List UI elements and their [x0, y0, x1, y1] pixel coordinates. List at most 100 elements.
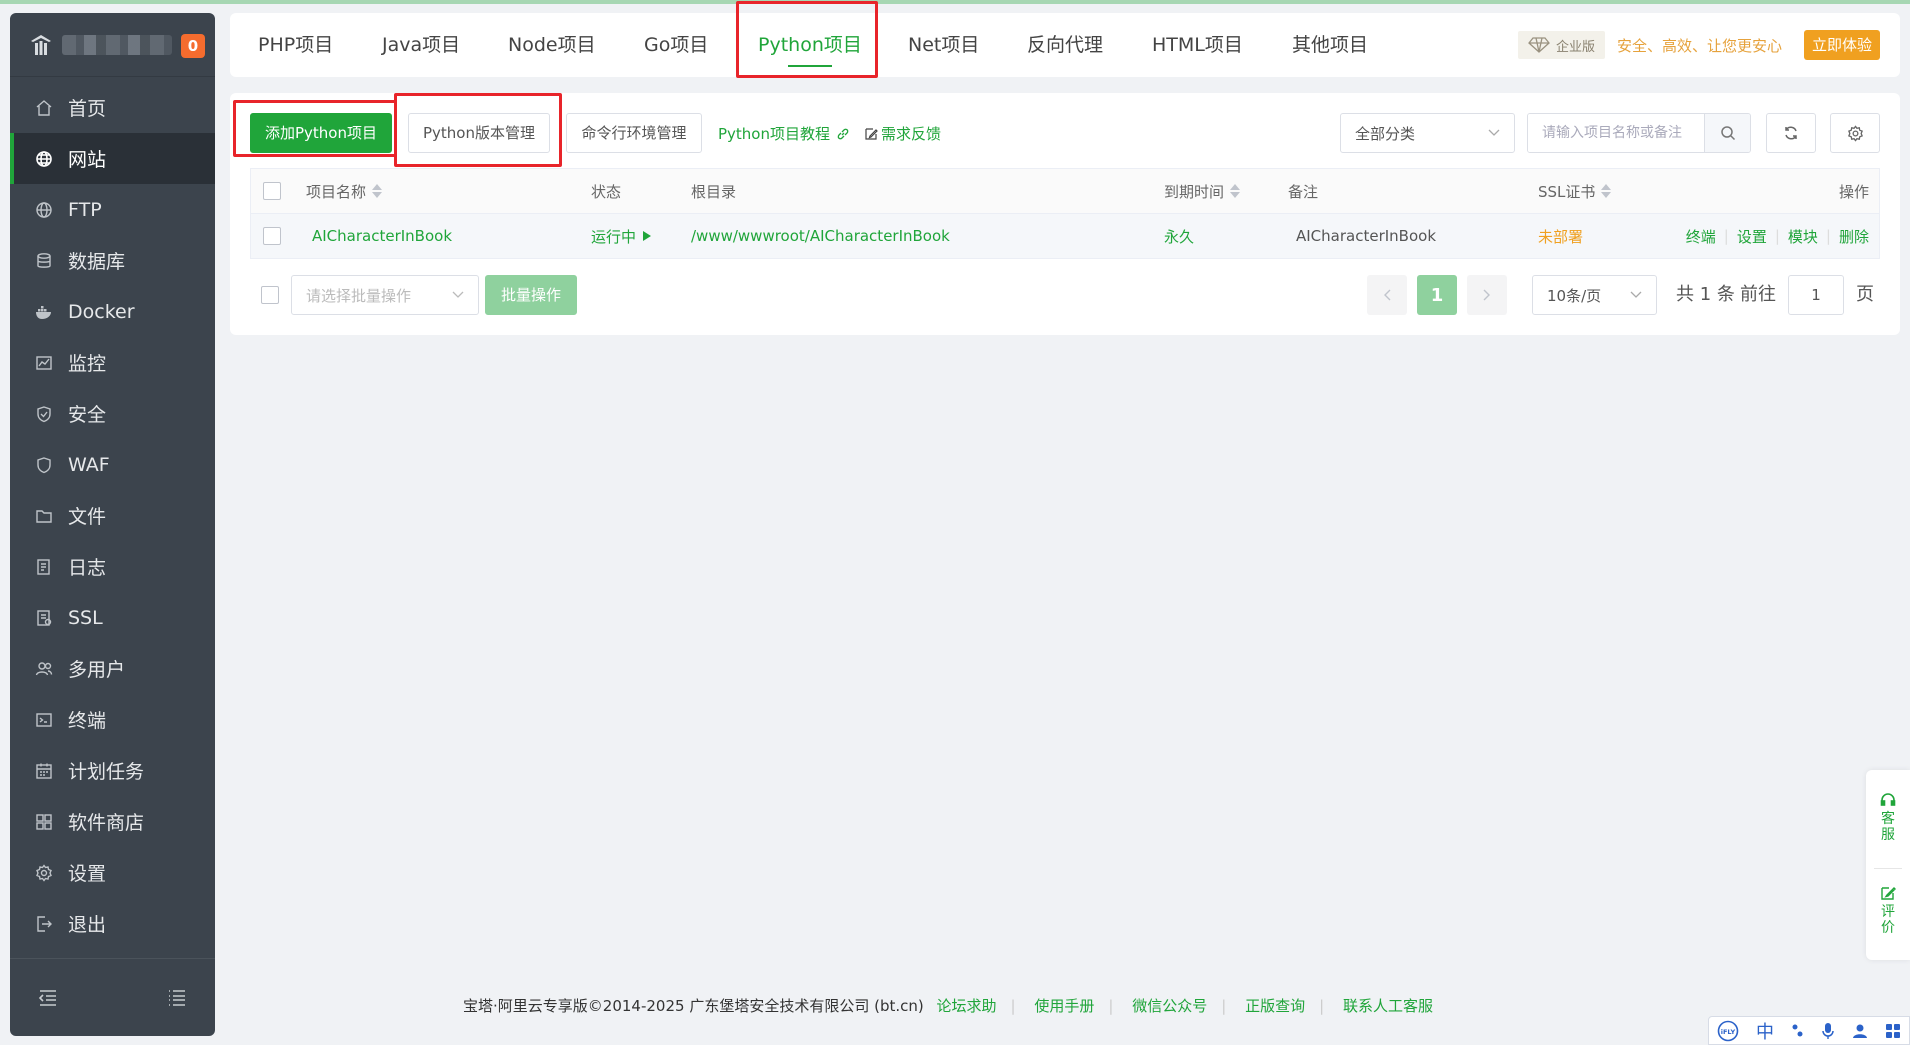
wechat-link[interactable]: 微信公众号: [1132, 997, 1207, 1015]
checkbox-box: [263, 182, 281, 200]
tab-go[interactable]: Go项目: [644, 13, 708, 77]
select-all-checkbox[interactable]: [263, 169, 281, 213]
try-now-button[interactable]: 立即体验: [1803, 30, 1880, 60]
project-expire[interactable]: 永久: [1164, 214, 1194, 258]
sidebar-item-settings[interactable]: 设置: [10, 847, 215, 898]
shield-icon: [35, 405, 53, 423]
tab-java[interactable]: Java项目: [382, 13, 460, 77]
tab-php[interactable]: PHP项目: [258, 13, 333, 77]
user-icon[interactable]: [1852, 1023, 1868, 1039]
project-name-link[interactable]: AICharacterInBook: [312, 214, 452, 258]
user-manual-link[interactable]: 使用手册: [1034, 997, 1094, 1015]
goto-page-input[interactable]: 1: [1788, 275, 1844, 315]
sidebar-item-database[interactable]: 数据库: [10, 235, 215, 286]
sidebar-item-security[interactable]: 安全: [10, 388, 215, 439]
sidebar-item-cron[interactable]: 计划任务: [10, 745, 215, 796]
project-remark[interactable]: AICharacterInBook: [1296, 214, 1436, 258]
page-size-select[interactable]: 10条/页: [1532, 275, 1657, 315]
sidebar-item-label: 设置: [68, 863, 107, 885]
sidebar-item-monitor[interactable]: 监控: [10, 337, 215, 388]
gear-icon: [1847, 124, 1864, 142]
enterprise-slogan: 安全、高效、让您更安心: [1616, 36, 1782, 55]
tab-other[interactable]: 其他项目: [1292, 13, 1368, 77]
category-select[interactable]: 全部分类: [1340, 113, 1515, 153]
delete-action[interactable]: 删除: [1839, 226, 1869, 247]
sidebar-item-logs[interactable]: 日志: [10, 541, 215, 592]
microphone-icon[interactable]: [1821, 1022, 1835, 1040]
python-version-manager-button[interactable]: Python版本管理: [408, 113, 550, 153]
sidebar-item-multiuser[interactable]: 多用户: [10, 643, 215, 694]
header-status-label: 状态: [591, 182, 622, 201]
sidebar-item-ftp[interactable]: FTP: [10, 184, 215, 235]
sidebar-item-label: 网站: [68, 149, 107, 171]
search-button[interactable]: [1704, 114, 1750, 152]
sidebar-item-terminal[interactable]: 终端: [10, 694, 215, 745]
terminal-action[interactable]: 终端: [1686, 226, 1716, 247]
batch-select-all-checkbox[interactable]: [261, 286, 279, 304]
chevron-down-icon: [1630, 291, 1642, 299]
feedback-link[interactable]: 需求反馈: [864, 123, 941, 144]
tab-label: Node项目: [508, 34, 596, 56]
tab-node[interactable]: Node项目: [508, 13, 596, 77]
search-input[interactable]: [1528, 114, 1704, 152]
ime-apps-icon[interactable]: [1885, 1023, 1901, 1039]
sidebar-item-docker[interactable]: Docker: [10, 286, 215, 337]
sidebar-item-label: WAF: [68, 453, 110, 476]
sidebar-item-waf[interactable]: WAF: [10, 439, 215, 490]
refresh-button[interactable]: [1766, 113, 1816, 153]
license-check-link[interactable]: 正版查询: [1245, 997, 1305, 1015]
header-ssl[interactable]: SSL证书: [1538, 169, 1612, 213]
play-icon: [642, 230, 652, 242]
tab-label: PHP项目: [258, 34, 334, 56]
row-checkbox[interactable]: [263, 214, 281, 258]
project-status[interactable]: 运行中: [591, 214, 652, 258]
python-tutorial-link[interactable]: Python项目教程: [718, 123, 850, 144]
sidebar-item-logout[interactable]: 退出: [10, 898, 215, 949]
punctuation-icon[interactable]: [1791, 1023, 1805, 1039]
sidebar-item-ssl[interactable]: SSL: [10, 592, 215, 643]
logo-icon: [28, 32, 54, 58]
chevron-right-icon: [1483, 289, 1491, 301]
header-name[interactable]: 项目名称: [306, 169, 383, 213]
table-settings-button[interactable]: [1830, 113, 1880, 153]
database-icon: [35, 252, 53, 270]
header-expire[interactable]: 到期时间: [1164, 169, 1241, 213]
batch-operation-select[interactable]: 请选择批量操作: [291, 275, 479, 315]
module-action[interactable]: 模块: [1788, 226, 1818, 247]
page-number-button[interactable]: 1: [1417, 275, 1457, 315]
total-count: 共 1 条: [1676, 284, 1735, 305]
sidebar-item-label: 日志: [68, 557, 107, 579]
sidebar-item-label: SSL: [68, 606, 103, 629]
customer-service-button[interactable]: 客服: [1866, 792, 1910, 843]
forum-help-link[interactable]: 论坛求助: [937, 997, 997, 1015]
cli-env-manager-button[interactable]: 命令行环境管理: [566, 113, 702, 153]
contact-support-link[interactable]: 联系人工客服: [1343, 997, 1433, 1015]
ifly-logo-icon[interactable]: iFLY: [1717, 1020, 1739, 1042]
batch-operation-button[interactable]: 批量操作: [485, 275, 577, 315]
server-name-blurred: [62, 34, 172, 55]
tab-net[interactable]: Net项目: [908, 13, 979, 77]
sidebar-item-store[interactable]: 软件商店: [10, 796, 215, 847]
tab-reverse-proxy[interactable]: 反向代理: [1027, 13, 1103, 77]
next-page-button[interactable]: [1467, 275, 1507, 315]
ime-language-toggle[interactable]: 中: [1756, 1018, 1774, 1044]
review-button[interactable]: 评价: [1866, 885, 1910, 936]
sidebar-item-label: FTP: [68, 198, 102, 221]
separator: |: [1774, 227, 1780, 245]
tab-label: Go项目: [644, 34, 709, 56]
project-ssl-status[interactable]: 未部署: [1538, 214, 1583, 258]
sidebar-item-files[interactable]: 文件: [10, 490, 215, 541]
project-search: [1527, 113, 1751, 153]
prev-page-button[interactable]: [1367, 275, 1407, 315]
project-root-link[interactable]: /www/wwwroot/AICharacterInBook: [691, 214, 950, 258]
add-python-project-button[interactable]: 添加Python项目: [250, 113, 392, 153]
footer-separator: |: [1319, 997, 1325, 1015]
notification-badge[interactable]: 0: [181, 34, 205, 58]
footer-separator: |: [1010, 997, 1016, 1015]
settings-action[interactable]: 设置: [1737, 226, 1767, 247]
tab-python[interactable]: Python项目: [758, 13, 862, 77]
sidebar-item-home[interactable]: 首页: [10, 82, 215, 133]
log-icon: [35, 558, 53, 576]
tab-html[interactable]: HTML项目: [1152, 13, 1243, 77]
sidebar-item-website[interactable]: 网站: [10, 133, 215, 184]
